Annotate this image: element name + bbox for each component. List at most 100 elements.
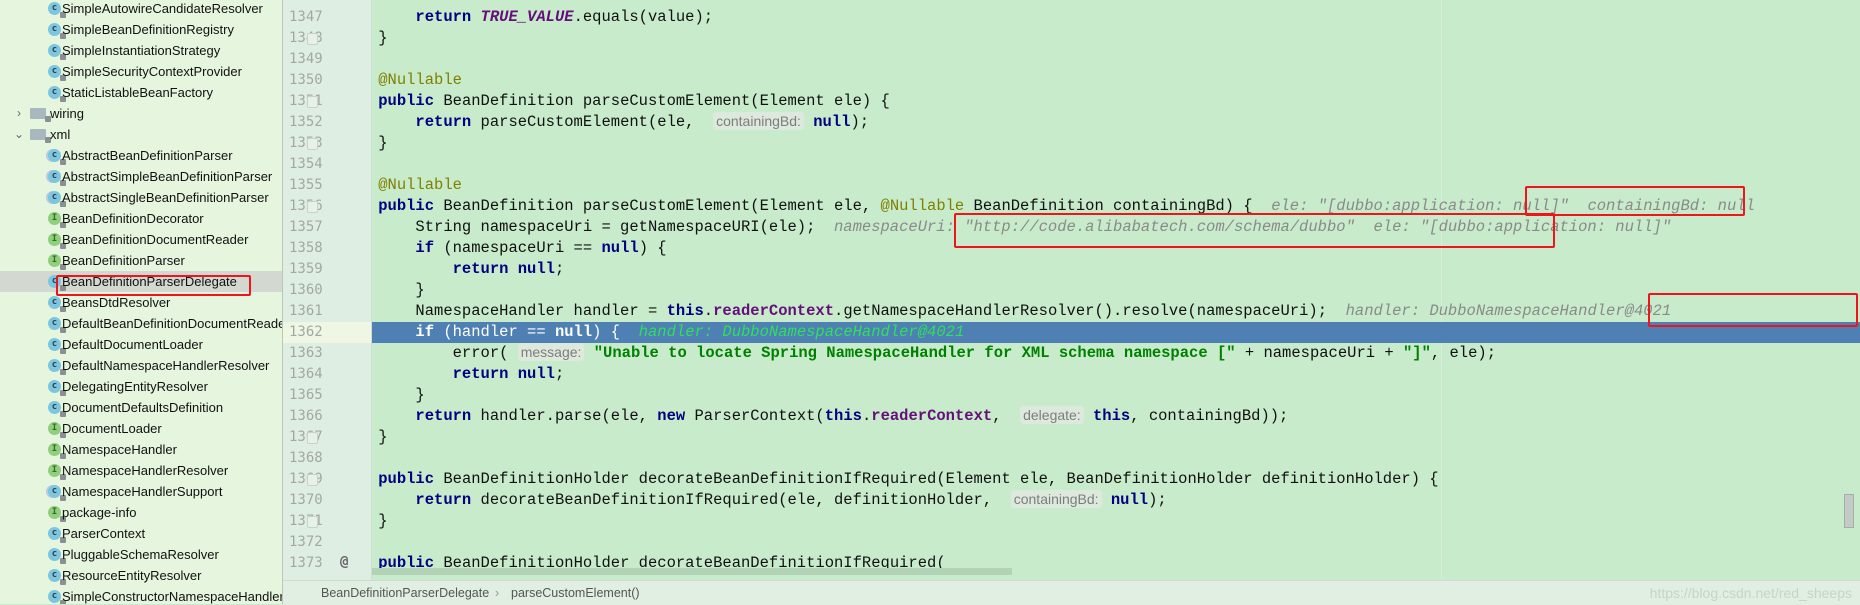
fold-icon[interactable] <box>307 96 318 108</box>
tree-item[interactable]: c AbstractSimpleBeanDefinitionParser <box>0 166 282 187</box>
tree-item[interactable]: c DelegatingEntityResolver <box>0 376 282 397</box>
tree-item[interactable]: c BeansDtdResolver <box>0 292 282 313</box>
code-line[interactable]: return handler.parse(ele, new ParserCont… <box>372 406 1860 427</box>
tree-item[interactable]: c BeanDefinitionParserDelegate <box>0 271 282 292</box>
abstract-class-icon: c <box>48 191 66 207</box>
line-number[interactable]: 1358 <box>289 238 339 259</box>
line-number[interactable]: 1361 <box>289 301 339 322</box>
tree-item[interactable]: c SimpleBeanDefinitionRegistry <box>0 19 282 40</box>
fold-icon[interactable] <box>307 138 318 150</box>
tree-item[interactable]: Ipackage-info <box>0 502 282 523</box>
fold-icon[interactable] <box>307 201 318 213</box>
line-number[interactable]: 1362 <box>283 322 371 343</box>
horizontal-scrollbar[interactable] <box>372 568 1012 575</box>
line-number[interactable]: 1350 <box>289 70 339 91</box>
code-line[interactable]: } <box>372 511 1860 532</box>
tree-item[interactable]: c DocumentDefaultsDefinition <box>0 397 282 418</box>
tree-item[interactable]: c NamespaceHandlerSupport <box>0 481 282 502</box>
override-marker-icon[interactable]: @ <box>340 554 348 570</box>
line-number[interactable]: 1355 <box>289 175 339 196</box>
tree-item[interactable]: I NamespaceHandlerResolver <box>0 460 282 481</box>
code-line[interactable]: return decorateBeanDefinitionIfRequired(… <box>372 490 1860 511</box>
code-line[interactable] <box>372 448 1860 469</box>
code-line[interactable]: } <box>372 280 1860 301</box>
breadcrumb-class[interactable]: BeanDefinitionParserDelegate <box>321 581 489 605</box>
breadcrumb-method[interactable]: parseCustomElement() <box>511 581 640 605</box>
fold-icon[interactable] <box>307 33 318 45</box>
code-line[interactable] <box>372 532 1860 553</box>
project-tree[interactable]: c SimpleAutowireCandidateResolver c SimpleB… <box>0 0 283 604</box>
tree-item[interactable]: c DefaultDocumentLoader <box>0 334 282 355</box>
code-line[interactable]: return parseCustomElement(ele, containin… <box>372 112 1860 133</box>
line-number[interactable]: 1352 <box>289 112 339 133</box>
tree-item[interactable]: c DefaultBeanDefinitionDocumentReader <box>0 313 282 334</box>
code-line[interactable]: public BeanDefinition parseCustomElement… <box>372 91 1860 112</box>
code-line[interactable] <box>372 154 1860 175</box>
code-line[interactable] <box>372 49 1860 70</box>
line-number[interactable]: 1370 <box>289 490 339 511</box>
code-line[interactable]: @Nullable <box>372 70 1860 91</box>
code-editor[interactable]: return TRUE_VALUE.equals(value); } @Null… <box>372 0 1860 580</box>
interface-icon: I <box>48 464 66 480</box>
fold-icon[interactable] <box>307 516 318 528</box>
line-number[interactable]: 1359 <box>289 259 339 280</box>
tree-item[interactable]: c SimpleSecurityContextProvider <box>0 61 282 82</box>
tree-item[interactable]: I NamespaceHandler <box>0 439 282 460</box>
code-line[interactable]: return TRUE_VALUE.equals(value); <box>372 7 1860 28</box>
line-number[interactable]: 1365 <box>289 385 339 406</box>
code-line[interactable]: } <box>372 385 1860 406</box>
tree-item[interactable]: c DefaultNamespaceHandlerResolver <box>0 355 282 376</box>
line-number[interactable]: 1364 <box>289 364 339 385</box>
vertical-scrollbar-thumb[interactable] <box>1844 494 1854 528</box>
line-number[interactable]: 1372 <box>289 532 339 553</box>
line-number[interactable]: 1357 <box>289 217 339 238</box>
line-number-gutter[interactable]: 1347 1348 1349 1350 1351 1352 1353 1354 1355 1356… <box>283 0 372 580</box>
code-line[interactable]: String namespaceUri = getNamespaceURI(el… <box>372 217 1860 238</box>
code-line[interactable]: public BeanDefinitionHolder decorateBean… <box>372 469 1860 490</box>
code-line[interactable]: return null; <box>372 364 1860 385</box>
tree-folder-wiring[interactable]: › wiring <box>0 103 282 124</box>
code-token: } <box>415 281 425 299</box>
tree-item[interactable]: c StaticListableBeanFactory <box>0 82 282 103</box>
code-line[interactable]: } <box>372 427 1860 448</box>
class-icon: c <box>48 275 66 291</box>
code-line[interactable]: } <box>372 28 1860 49</box>
tree-item[interactable]: c SimpleConstructorNamespaceHandler <box>0 586 282 604</box>
code-line[interactable]: error( message: "Unable to locate Spring… <box>372 343 1860 364</box>
tree-item[interactable]: c SimpleAutowireCandidateResolver <box>0 0 282 19</box>
line-number[interactable]: 1347 <box>289 7 339 28</box>
class-icon: c <box>48 527 66 543</box>
tree-item[interactable]: I BeanDefinitionDecorator <box>0 208 282 229</box>
tree-item[interactable]: c AbstractSingleBeanDefinitionParser <box>0 187 282 208</box>
tree-item[interactable]: c ResourceEntityResolver <box>0 565 282 586</box>
code-token: null <box>601 239 639 257</box>
tree-item[interactable]: c SimpleInstantiationStrategy <box>0 40 282 61</box>
line-number[interactable]: 1373 <box>289 553 339 574</box>
tree-item[interactable]: c ParserContext <box>0 523 282 544</box>
code-token: , <box>992 407 1021 425</box>
line-number[interactable]: 1360 <box>289 280 339 301</box>
code-line[interactable]: public BeanDefinition parseCustomElement… <box>372 196 1860 217</box>
tree-item[interactable]: I DocumentLoader <box>0 418 282 439</box>
line-number[interactable]: 1368 <box>289 448 339 469</box>
line-number[interactable]: 1349 <box>289 49 339 70</box>
code-line[interactable]: NamespaceHandler handler = this.readerCo… <box>372 301 1860 322</box>
tree-item[interactable]: I BeanDefinitionDocumentReader <box>0 229 282 250</box>
line-number[interactable]: 1354 <box>289 154 339 175</box>
tree-item[interactable]: c PluggableSchemaResolver <box>0 544 282 565</box>
tree-folder-xml[interactable]: ⌄ xml <box>0 124 282 145</box>
chevron-right-icon[interactable]: › <box>12 103 26 124</box>
fold-icon[interactable] <box>307 474 318 486</box>
line-number[interactable]: 1366 <box>289 406 339 427</box>
tree-item[interactable]: I BeanDefinitionParser <box>0 250 282 271</box>
chevron-down-icon[interactable]: ⌄ <box>12 124 26 145</box>
tree-item[interactable]: c AbstractBeanDefinitionParser <box>0 145 282 166</box>
code-token: (handler == <box>443 323 555 341</box>
code-line[interactable]: if (namespaceUri == null) { <box>372 238 1860 259</box>
line-number[interactable]: 1363 <box>289 343 339 364</box>
code-line[interactable]: return null; <box>372 259 1860 280</box>
code-line[interactable]: @Nullable <box>372 175 1860 196</box>
execution-point-line[interactable]: if (handler == null) { handler: DubboNam… <box>372 322 1860 343</box>
code-line[interactable]: } <box>372 133 1860 154</box>
fold-icon[interactable] <box>307 432 318 444</box>
